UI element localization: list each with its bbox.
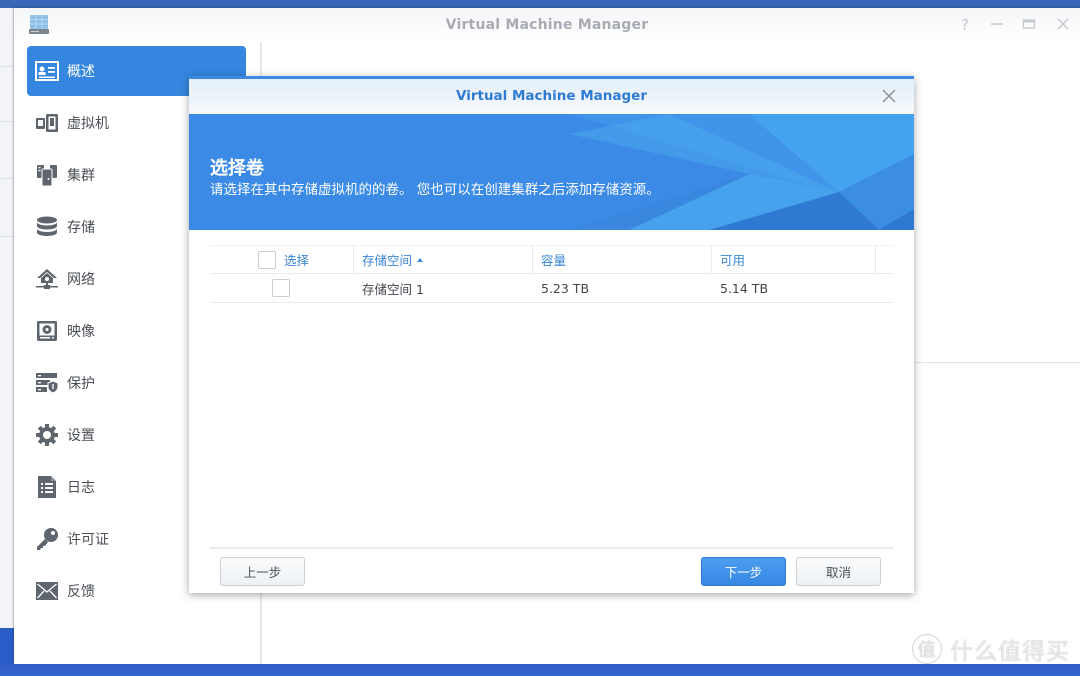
column-header-select[interactable]: 选择 xyxy=(258,246,353,273)
window-title: Virtual Machine Manager xyxy=(445,17,649,33)
sidebar-item-label: 设置 xyxy=(67,428,95,444)
settings-gear-icon xyxy=(35,423,59,447)
dialog-banner: 选择卷 请选择在其中存储虚拟机的的卷。 您也可以在创建集群之后添加存储资源。 xyxy=(189,114,914,230)
select-volume-dialog: Virtual Machine Manager 选择卷 请选择在其中存储虚拟机的… xyxy=(189,76,914,593)
cancel-button[interactable]: 取消 xyxy=(796,557,881,586)
dialog-titlebar: Virtual Machine Manager xyxy=(189,79,914,114)
sidebar-item-label: 集群 xyxy=(67,168,95,184)
available-cell: 5.14 TB xyxy=(720,280,769,296)
minimize-icon xyxy=(991,23,1003,25)
volume-cell: 存储空间 1 xyxy=(362,281,424,297)
footer-divider xyxy=(210,547,893,549)
column-header-volume[interactable]: 存储空间 xyxy=(362,246,532,273)
watermark-badge-icon: 值 xyxy=(912,634,942,664)
dialog-title: Virtual Machine Manager xyxy=(456,88,647,104)
watermark: 值 什么值得买 xyxy=(912,632,1070,666)
watermark-text: 什么值得买 xyxy=(950,639,1070,665)
volume-grid: 选择 存储空间 容量 可用 存储空间 1 5.23 TB 5.14 TB xyxy=(210,245,893,303)
back-button[interactable]: 上一步 xyxy=(220,557,305,586)
select-all-checkbox[interactable] xyxy=(258,250,276,269)
banner-title: 选择卷 xyxy=(210,158,264,179)
row-checkbox[interactable] xyxy=(272,279,290,297)
sidebar-item-label: 映像 xyxy=(67,324,95,340)
license-key-icon xyxy=(35,527,59,551)
sort-ascending-icon xyxy=(417,257,424,262)
close-icon xyxy=(1057,18,1069,30)
maximize-icon xyxy=(1022,19,1036,29)
minimize-button[interactable] xyxy=(988,16,1006,34)
dialog-close-icon[interactable] xyxy=(880,87,898,105)
maximize-button[interactable] xyxy=(1020,16,1038,34)
table-row[interactable]: 存储空间 1 5.23 TB 5.14 TB xyxy=(210,274,893,303)
row-select-cell xyxy=(272,274,290,302)
help-button[interactable]: ? xyxy=(956,16,974,34)
overview-card-icon xyxy=(35,59,59,83)
help-icon: ? xyxy=(961,16,969,34)
content-divider xyxy=(911,362,1080,363)
storage-database-icon xyxy=(35,215,59,239)
feedback-mail-icon xyxy=(35,579,59,603)
sidebar-item-label: 保护 xyxy=(67,376,95,392)
background-window-edge xyxy=(0,8,14,628)
sidebar-item-label: 虚拟机 xyxy=(67,116,109,132)
banner-subtitle: 请选择在其中存储虚拟机的的卷。 您也可以在创建集群之后添加存储资源。 xyxy=(210,182,660,198)
log-document-icon xyxy=(35,475,59,499)
desktop-top-strip xyxy=(0,0,1080,8)
window-titlebar: Virtual Machine Manager ? xyxy=(14,8,1080,44)
sidebar-item-label: 日志 xyxy=(67,480,95,496)
close-window-button[interactable] xyxy=(1054,16,1072,34)
column-header-capacity[interactable]: 容量 xyxy=(541,246,711,273)
image-disk-icon xyxy=(35,319,59,343)
column-label: 存储空间 xyxy=(362,253,413,268)
sidebar-item-label: 网络 xyxy=(67,272,95,288)
network-icon xyxy=(35,267,59,291)
capacity-cell: 5.23 TB xyxy=(541,280,590,296)
cluster-icon xyxy=(35,163,59,187)
grid-header: 选择 存储空间 容量 可用 xyxy=(210,245,893,274)
sidebar-item-label: 存储 xyxy=(67,220,95,236)
column-label: 容量 xyxy=(541,253,567,268)
protection-shield-icon xyxy=(35,371,59,395)
banner-polygon-background xyxy=(189,114,914,230)
sidebar-item-label: 许可证 xyxy=(67,532,109,548)
column-label: 可用 xyxy=(720,253,746,268)
virtual-machine-icon xyxy=(35,111,59,135)
next-button[interactable]: 下一步 xyxy=(701,557,786,586)
column-header-available[interactable]: 可用 xyxy=(720,246,870,273)
sidebar-item-label: 概述 xyxy=(67,64,95,80)
column-label: 选择 xyxy=(284,253,310,268)
sidebar-item-label: 反馈 xyxy=(67,584,95,600)
